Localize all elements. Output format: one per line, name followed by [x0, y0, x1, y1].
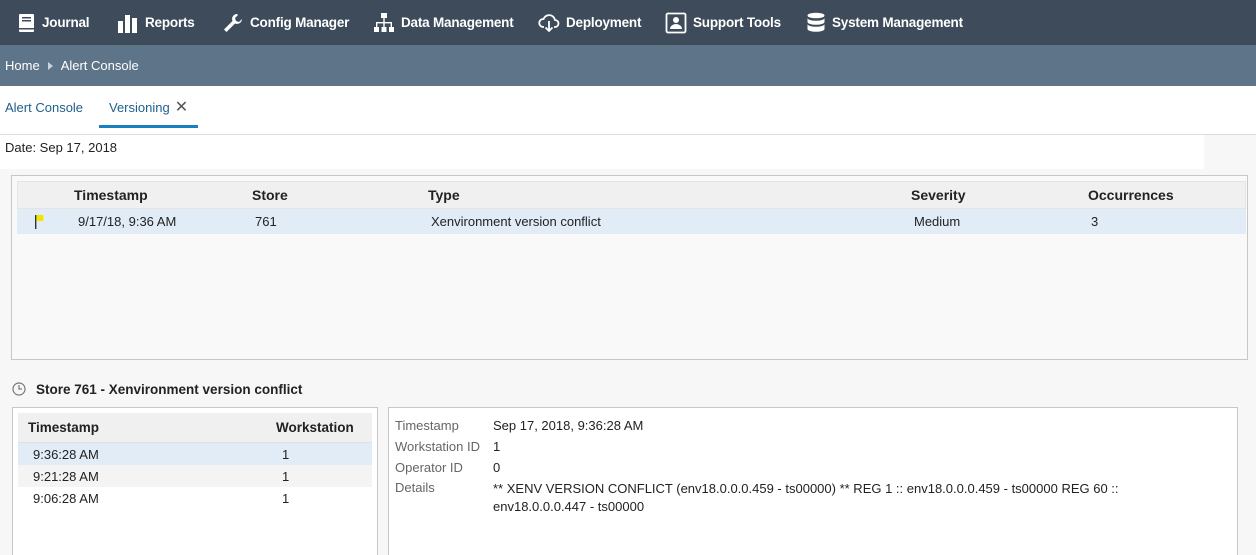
- breadcrumb: Home Alert Console: [0, 45, 1256, 86]
- breadcrumb-home[interactable]: Home: [5, 58, 40, 73]
- section-title-text: Store 761 - Xenvironment version conflic…: [36, 381, 303, 397]
- tab-alert-console-label: Alert Console: [5, 100, 84, 115]
- flag-icon: [35, 209, 45, 234]
- history-row[interactable]: 9:21:28 AM 1: [18, 465, 372, 487]
- tab-versioning[interactable]: Versioning ✕: [99, 86, 199, 128]
- history-timestamp: 9:36:28 AM: [33, 446, 99, 462]
- close-tab-icon[interactable]: ✕: [175, 99, 188, 116]
- alert-table-header: Timestamp Store Type Severity Occurrence…: [17, 181, 1246, 209]
- alert-row[interactable]: 9/17/18, 9:36 AM 761 Xenvironment versio…: [17, 209, 1246, 234]
- date-label: Date: Sep 17, 2018: [0, 135, 1204, 169]
- nav-data-management-label: Data Management: [401, 15, 514, 30]
- history-header-timestamp[interactable]: Timestamp: [28, 413, 99, 442]
- breadcrumb-current: Alert Console: [60, 58, 139, 73]
- nav-config-manager-label: Config Manager: [250, 15, 350, 30]
- hierarchy-icon: [374, 12, 394, 32]
- nav-support-tools-label: Support Tools: [693, 15, 781, 30]
- detail-operator-label: Operator ID: [395, 460, 463, 475]
- alert-occurrences: 3: [1091, 214, 1099, 229]
- column-header-timestamp[interactable]: Timestamp: [74, 182, 148, 208]
- nav-support-tools[interactable]: Support Tools: [665, 0, 781, 45]
- reports-icon: [118, 14, 137, 33]
- column-header-store[interactable]: Store: [252, 182, 288, 208]
- alert-store: 761: [255, 214, 277, 229]
- cloud-download-icon: [538, 13, 560, 32]
- history-workstation: 1: [282, 468, 290, 484]
- nav-deployment[interactable]: Deployment: [538, 0, 641, 45]
- nav-reports[interactable]: Reports: [117, 0, 195, 45]
- alert-severity: Medium: [914, 214, 961, 229]
- database-icon: [807, 12, 825, 32]
- history-workstation: 1: [282, 490, 290, 506]
- column-header-type[interactable]: Type: [428, 182, 460, 208]
- tab-alert-console[interactable]: Alert Console: [5, 86, 83, 128]
- clock-icon: [12, 382, 26, 396]
- nav-data-management[interactable]: Data Management: [373, 0, 514, 45]
- breadcrumb-separator-icon: [47, 61, 53, 70]
- journal-icon: [19, 13, 34, 32]
- alert-detail-panel: Timestamp Sep 17, 2018, 9:36:28 AM Works…: [388, 407, 1238, 555]
- detail-operator-value: 0: [493, 460, 501, 475]
- nav-system-management-label: System Management: [832, 15, 963, 30]
- section-title: Store 761 - Xenvironment version conflic…: [12, 380, 302, 398]
- alert-timestamp: 9/17/18, 9:36 AM: [78, 214, 177, 229]
- alert-type: Xenvironment version conflict: [431, 214, 601, 229]
- detail-details-value: ** XENV VERSION CONFLICT (env18.0.0.0.45…: [493, 481, 1119, 514]
- wrench-icon: [224, 13, 242, 32]
- tab-bar: Alert Console Versioning ✕: [0, 86, 1256, 135]
- alert-list-panel: Timestamp Store Type Severity Occurrence…: [11, 175, 1248, 360]
- support-icon: [665, 12, 687, 33]
- history-row[interactable]: 9:36:28 AM 1: [18, 443, 372, 465]
- column-header-occurrences[interactable]: Occurrences: [1088, 182, 1174, 208]
- history-table-header: Timestamp Workstation: [18, 413, 372, 443]
- top-navigation: Journal Reports Config Manager Data Mana…: [0, 0, 1256, 45]
- column-header-severity[interactable]: Severity: [911, 182, 965, 208]
- nav-deployment-label: Deployment: [566, 15, 642, 30]
- occurrence-history-panel: Timestamp Workstation 9:36:28 AM 1 9:21:…: [12, 407, 378, 555]
- nav-config-manager[interactable]: Config Manager: [222, 0, 349, 45]
- detail-timestamp-value: Sep 17, 2018, 9:36:28 AM: [493, 418, 644, 433]
- nav-system-management[interactable]: System Management: [806, 0, 963, 45]
- detail-timestamp-label: Timestamp: [395, 418, 459, 433]
- history-timestamp: 9:06:28 AM: [33, 490, 99, 506]
- nav-reports-label: Reports: [145, 15, 195, 30]
- history-header-workstation[interactable]: Workstation: [276, 413, 354, 442]
- nav-journal-label: Journal: [42, 15, 90, 30]
- content-area: Date: Sep 17, 2018 Timestamp Store Type …: [0, 135, 1256, 555]
- detail-workstation-value: 1: [493, 439, 501, 454]
- tab-versioning-label: Versioning: [109, 100, 170, 115]
- nav-journal[interactable]: Journal: [18, 0, 90, 45]
- history-workstation: 1: [282, 446, 290, 462]
- detail-details-label: Details: [395, 480, 435, 495]
- history-row[interactable]: 9:06:28 AM 1: [18, 487, 372, 509]
- detail-workstation-label: Workstation ID: [395, 439, 481, 454]
- history-timestamp: 9:21:28 AM: [33, 468, 99, 484]
